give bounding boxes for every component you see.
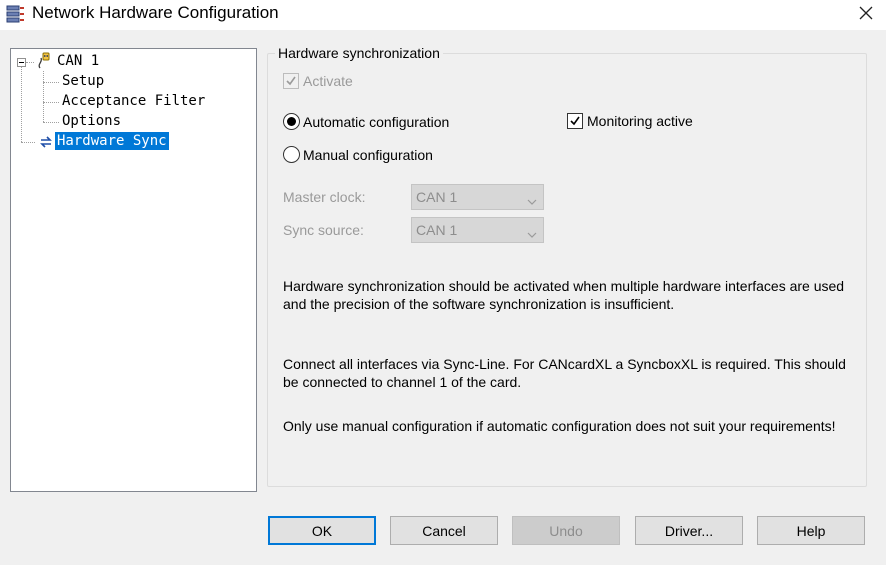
close-button[interactable]: [846, 0, 886, 28]
window-title: Network Hardware Configuration: [32, 3, 279, 22]
network-config-icon: [6, 4, 26, 24]
help-button[interactable]: Help: [757, 516, 865, 545]
activate-label: Activate: [303, 73, 353, 89]
chevron-down-icon: [527, 226, 537, 242]
ok-button[interactable]: OK: [268, 516, 376, 545]
sync-icon: [37, 133, 55, 151]
info-paragraph: Hardware synchronization should be activ…: [283, 278, 845, 312]
title-bar: Network Hardware Configuration: [0, 0, 886, 30]
activate-checkbox[interactable]: Activate: [283, 73, 353, 89]
tree-item-setup[interactable]: Setup: [62, 72, 104, 90]
manual-config-radio[interactable]: Manual configuration: [283, 146, 433, 163]
tree-item-acceptance-filter[interactable]: Acceptance Filter: [62, 92, 205, 110]
sync-source-value: CAN 1: [416, 222, 458, 238]
cancel-button[interactable]: Cancel: [390, 516, 498, 545]
close-icon: [858, 5, 874, 24]
network-plug-icon: [35, 52, 53, 70]
radio-unselected-icon: [283, 146, 300, 163]
automatic-config-label: Automatic configuration: [303, 113, 450, 130]
chevron-down-icon: [527, 193, 537, 209]
driver-button[interactable]: Driver...: [635, 516, 743, 545]
tree-connector: [26, 62, 34, 63]
sync-source-select[interactable]: CAN 1: [411, 217, 544, 243]
tree-connector: [21, 142, 35, 143]
master-clock-label: Master clock:: [283, 189, 366, 205]
undo-button[interactable]: Undo: [512, 516, 620, 545]
tree-connector: [43, 82, 59, 83]
radio-selected-icon: [283, 113, 300, 130]
tree-connector: [43, 102, 59, 103]
checkmark-icon: [567, 113, 583, 129]
tree-item-can1[interactable]: CAN 1: [57, 52, 99, 70]
automatic-config-radio[interactable]: Automatic configuration: [283, 113, 449, 130]
navigation-tree[interactable]: CAN 1 Setup Acceptance Filter Options Ha…: [10, 48, 257, 492]
info-paragraph: Connect all interfaces via Sync-Line. Fo…: [283, 356, 846, 390]
master-clock-value: CAN 1: [416, 189, 458, 205]
sync-source-label: Sync source:: [283, 222, 364, 238]
checkmark-icon: [283, 73, 299, 89]
collapse-toggle[interactable]: [17, 58, 26, 67]
group-legend: Hardware synchronization: [275, 45, 443, 61]
master-clock-select[interactable]: CAN 1: [411, 184, 544, 210]
monitoring-active-label: Monitoring active: [587, 113, 693, 129]
tree-connector: [43, 122, 59, 123]
tree-item-options[interactable]: Options: [62, 112, 121, 130]
monitoring-active-checkbox[interactable]: Monitoring active: [567, 113, 693, 129]
tree-connector: [43, 71, 44, 122]
tree-item-hardware-sync[interactable]: Hardware Sync: [55, 132, 169, 150]
info-paragraph: Only use manual configuration if automat…: [283, 418, 836, 434]
manual-config-label: Manual configuration: [303, 146, 433, 163]
tree-connector: [21, 67, 22, 142]
